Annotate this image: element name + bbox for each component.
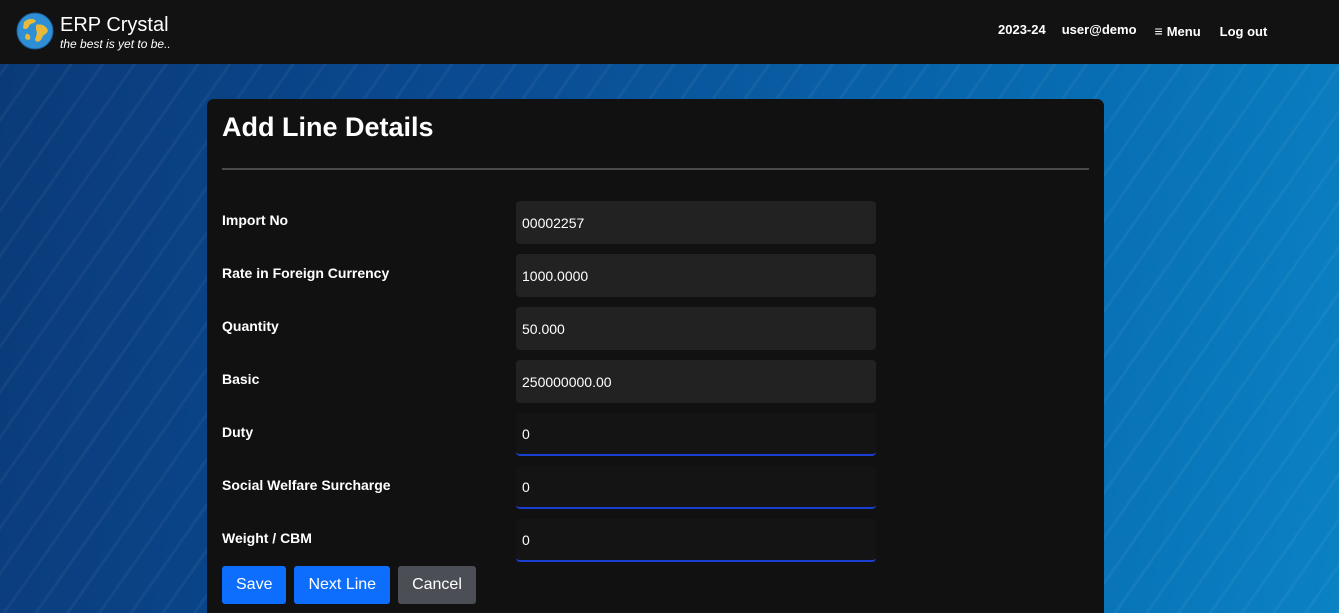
basic-label: Basic — [222, 371, 260, 387]
rate-foreign-currency-label: Rate in Foreign Currency — [222, 265, 390, 281]
form-row-social-welfare-surcharge: Social Welfare Surcharge — [222, 466, 882, 509]
current-user: user@demo — [1061, 22, 1137, 37]
next-line-button[interactable]: Next Line — [294, 566, 391, 604]
globe-logo-icon — [16, 12, 54, 50]
duty-label: Duty — [222, 424, 254, 440]
form-row-basic: Basic — [222, 360, 882, 403]
form-actions: Save Next Line Cancel — [222, 566, 484, 604]
logout-link[interactable]: Log out — [1220, 24, 1268, 39]
form-row-duty: Duty — [222, 413, 882, 456]
rate-foreign-currency-field[interactable] — [516, 254, 876, 297]
form-row-quantity: Quantity — [222, 307, 882, 350]
duty-field[interactable] — [516, 413, 876, 456]
save-button[interactable]: Save — [222, 566, 287, 604]
quantity-field[interactable] — [516, 307, 876, 350]
page-title: Add Line Details — [222, 112, 434, 142]
brand[interactable]: ERP Crystal the best is yet to be.. — [16, 12, 171, 51]
quantity-label: Quantity — [222, 318, 279, 334]
form-row-rate-foreign-currency: Rate in Foreign Currency — [222, 254, 882, 297]
import-no-label: Import No — [222, 212, 289, 228]
financial-year: 2023-24 — [998, 22, 1046, 37]
form-row-import-no: Import No — [222, 201, 882, 244]
social-welfare-surcharge-label: Social Welfare Surcharge — [222, 477, 391, 493]
cancel-button[interactable]: Cancel — [398, 566, 476, 604]
basic-field[interactable] — [516, 360, 876, 403]
weight-cbm-field[interactable] — [516, 519, 876, 562]
form-row-weight-cbm: Weight / CBM — [222, 519, 882, 562]
import-no-field[interactable] — [516, 201, 876, 244]
top-nav: 2023-24 user@demo ≡ Menu Log out — [998, 20, 1267, 39]
app-tagline: the best is yet to be.. — [60, 37, 171, 51]
app-name: ERP Crystal — [60, 14, 169, 36]
weight-cbm-label: Weight / CBM — [222, 530, 312, 546]
hamburger-menu-icon: ≡ — [1154, 23, 1163, 39]
title-divider — [222, 168, 1089, 170]
top-navbar: ERP Crystal the best is yet to be.. 2023… — [0, 0, 1339, 64]
menu-label: Menu — [1166, 23, 1201, 39]
add-line-details-card: Add Line Details Import No Rate in Forei… — [207, 99, 1104, 613]
social-welfare-surcharge-field[interactable] — [516, 466, 876, 509]
menu-button[interactable]: ≡ Menu — [1155, 23, 1201, 39]
